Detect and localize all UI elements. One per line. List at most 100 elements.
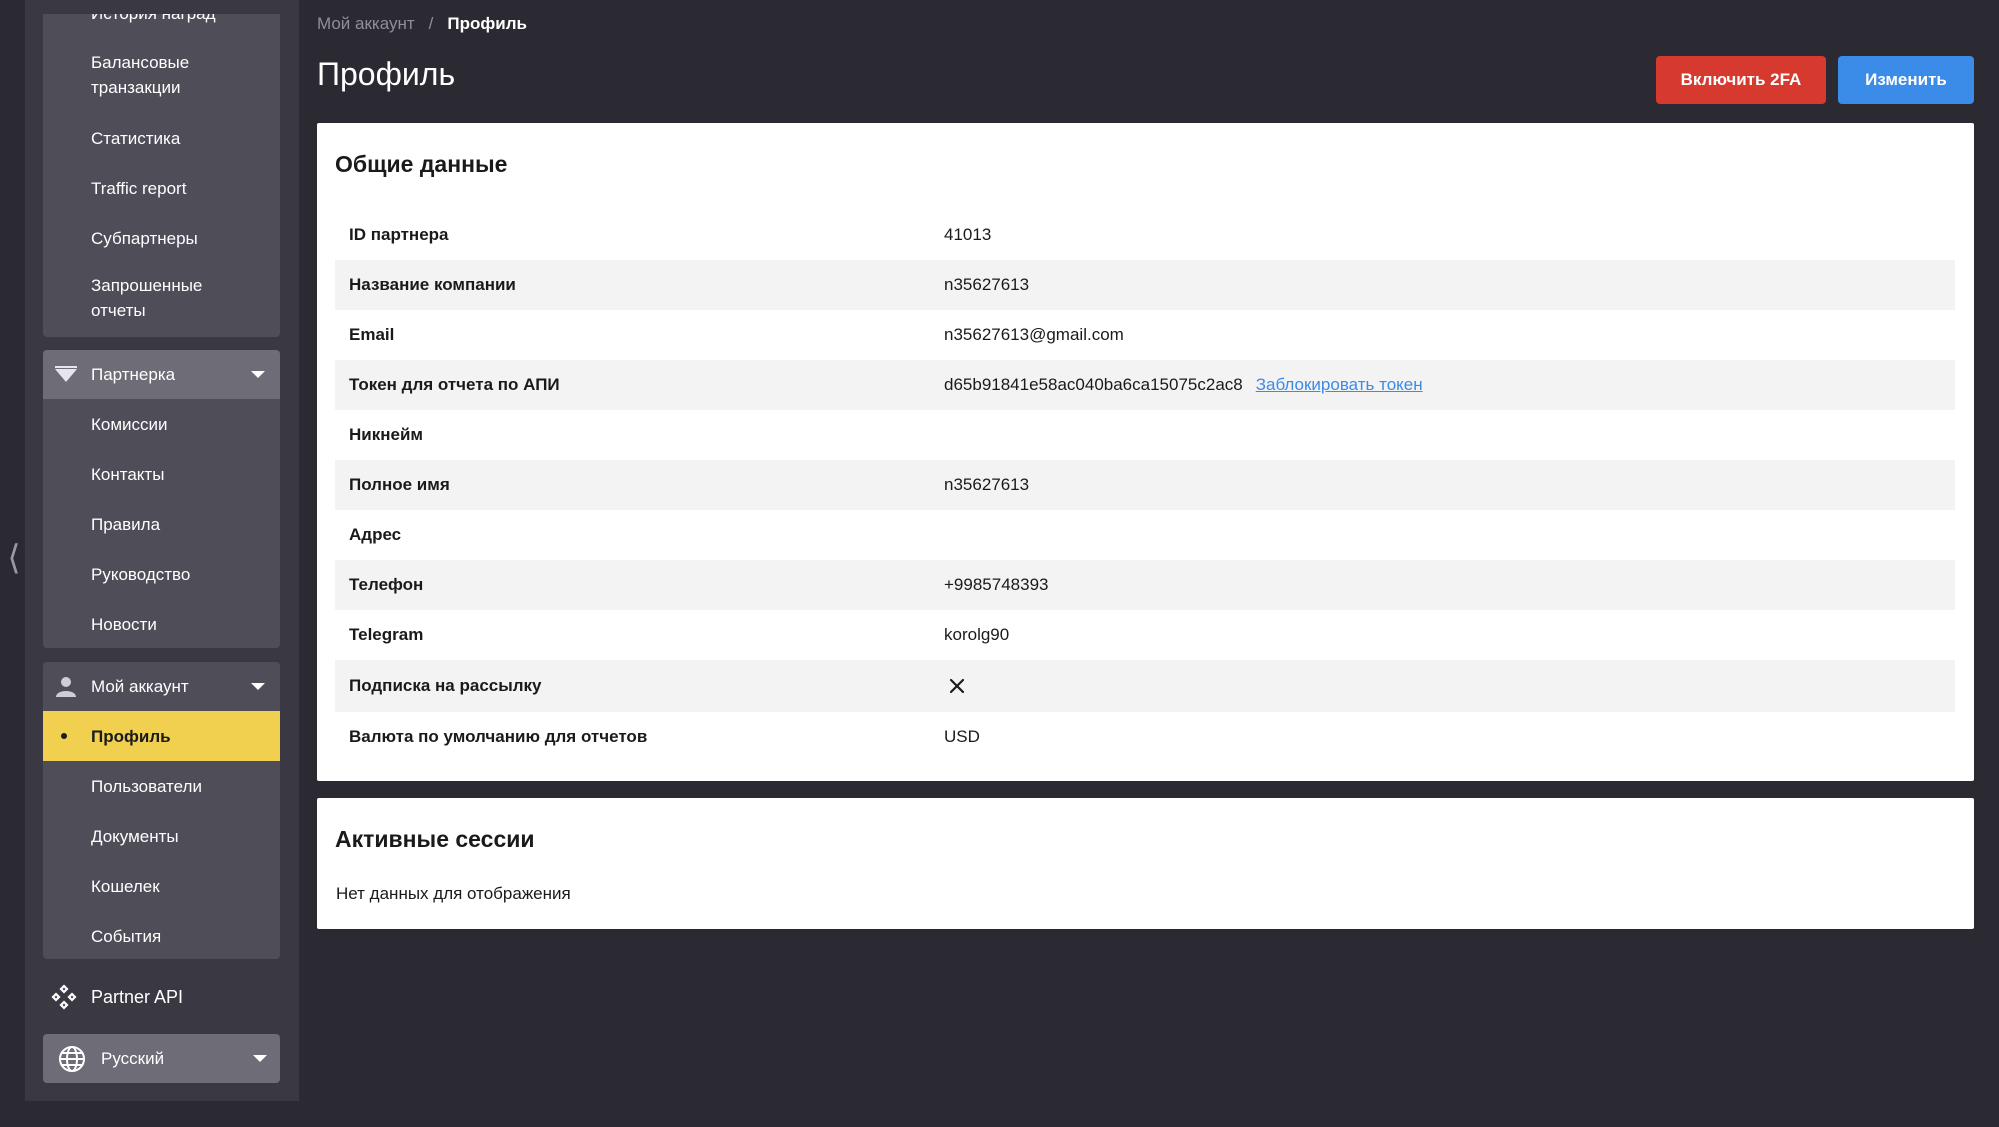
sidebar-item-news[interactable]: Новости (43, 599, 280, 648)
user-icon (53, 674, 79, 700)
currency-value: USD (944, 727, 980, 746)
sidebar-item-documents[interactable]: Документы (43, 811, 280, 861)
sidebar-item-statistics[interactable]: Статистика (43, 113, 280, 163)
sidebar-item-requested-reports[interactable]: Запрошенные отчеты (43, 263, 280, 337)
row-value: n35627613 (944, 475, 1029, 495)
active-sessions-title: Активные сессии (335, 826, 535, 852)
breadcrumb-current: Профиль (447, 14, 527, 33)
sidebar-item-label: Профиль (91, 726, 171, 746)
row-value: korolg90 (944, 625, 1009, 645)
sidebar-item-contacts[interactable]: Контакты (43, 449, 280, 499)
row-label: Токен для отчета по АПИ (349, 375, 560, 394)
sidebar-item-balance-transactions[interactable]: Балансовые транзакции (43, 40, 280, 113)
row-label: Никнейм (349, 425, 423, 444)
table-row: ID партнера 41013 (335, 210, 1955, 260)
sidebar-item-label: Субпартнеры (91, 228, 198, 248)
table-row: Название компании n35627613 (335, 260, 1955, 310)
sidebar-group-reports: История наград Балансовые транзакции Ста… (43, 14, 280, 337)
sidebar-item-partner-api[interactable]: Partner API (43, 970, 280, 1024)
active-dot (61, 733, 67, 739)
partnership-icon (53, 362, 79, 388)
table-row: Полное имя n35627613 (335, 460, 1955, 510)
globe-icon (57, 1044, 87, 1074)
row-label: Валюта по умолчанию для отчетов (349, 727, 648, 746)
sidebar-item-guide[interactable]: Руководство (43, 549, 280, 599)
row-label: Название компании (349, 275, 516, 294)
table-row: Никнейм (335, 410, 1955, 460)
email-value: n35627613@gmail.com (944, 325, 1124, 344)
row-value: 41013 (944, 225, 991, 245)
empty-state-text: Нет данных для отображения (336, 884, 571, 903)
sidebar-group-title: Мой аккаунт (91, 676, 189, 696)
enable-2fa-button[interactable]: Включить 2FA (1656, 56, 1826, 104)
language-selector[interactable]: Русский (43, 1034, 280, 1083)
sidebar-item-label: Балансовые транзакции (91, 53, 190, 97)
table-row: Телефон +9985748393 (335, 560, 1955, 610)
sidebar-item-rules[interactable]: Правила (43, 499, 280, 549)
sidebar-item-traffic-report[interactable]: Traffic report (43, 163, 280, 213)
language-label: Русский (101, 1048, 165, 1068)
sidebar-item-label: Запрошенные отчеты (91, 276, 203, 320)
general-data-card: Общие данные ID партнера 41013 Название … (317, 123, 1974, 781)
sidebar-item-subpartners[interactable]: Субпартнеры (43, 213, 280, 263)
table-row: Подписка на рассылку (335, 660, 1955, 712)
sidebar-item-profile[interactable]: Профиль (43, 711, 280, 761)
table-row: Токен для отчета по АПИ d65b91841e58ac04… (335, 360, 1955, 410)
collapse-sidebar-icon[interactable]: ⟨ (4, 538, 24, 578)
sidebar-item-rewards-history[interactable]: История наград (43, 14, 280, 40)
chevron-down-icon (253, 1055, 267, 1062)
sidebar-item-label: Partner API (91, 986, 184, 1007)
sidebar-group-header-account[interactable]: Мой аккаунт (43, 662, 280, 711)
row-label: Подписка на рассылку (349, 676, 542, 695)
sidebar-item-label: Traffic report (91, 178, 187, 198)
edit-button[interactable]: Изменить (1838, 56, 1974, 104)
sidebar-item-label: События (91, 926, 162, 946)
sidebar-item-label: Документы (91, 826, 179, 846)
breadcrumb: Мой аккаунт / Профиль (317, 14, 527, 34)
sidebar: История наград Балансовые транзакции Ста… (25, 0, 299, 1101)
telegram-value: korolg90 (944, 625, 1010, 644)
sidebar-item-wallet[interactable]: Кошелек (43, 861, 280, 911)
phone-value: +9985748393 (944, 575, 1049, 594)
row-value: d65b91841e58ac040ba6ca15075c2ac8 Заблоки… (944, 375, 1423, 395)
sidebar-item-commissions[interactable]: Комиссии (43, 399, 280, 449)
general-data-title: Общие данные (335, 151, 508, 177)
row-label: Адрес (349, 525, 402, 544)
row-value: n35627613@gmail.com (944, 325, 1124, 345)
row-label: Телефон (349, 575, 424, 594)
row-label: Telegram (349, 625, 424, 644)
sidebar-item-label: История наград (91, 14, 216, 23)
app-frame: ⟨ История наград Балансовые транзакции С… (0, 0, 1999, 1127)
block-token-link[interactable]: Заблокировать токен (1256, 375, 1423, 395)
sidebar-item-events[interactable]: События (43, 911, 280, 959)
row-value: n35627613 (944, 275, 1029, 295)
sidebar-item-label: Кошелек (91, 876, 160, 896)
table-row: Валюта по умолчанию для отчетов USD (335, 712, 1955, 762)
api-icon (51, 984, 77, 1010)
sidebar-item-label: Контакты (91, 464, 165, 484)
active-sessions-card: Активные сессии Нет данных для отображен… (317, 798, 1974, 929)
api-token-value: d65b91841e58ac040ba6ca15075c2ac8 (944, 375, 1243, 394)
table-row: Email n35627613@gmail.com (335, 310, 1955, 360)
row-label: Полное имя (349, 475, 450, 494)
sidebar-item-label: Пользователи (91, 776, 202, 796)
sidebar-group-title: Партнерка (91, 364, 176, 384)
sidebar-item-label: Руководство (91, 564, 191, 584)
row-value (944, 675, 968, 697)
page-title: Профиль (317, 56, 456, 92)
sidebar-item-users[interactable]: Пользователи (43, 761, 280, 811)
x-icon (946, 675, 968, 697)
sidebar-group-header-partnership[interactable]: Партнерка (43, 350, 280, 399)
sidebar-item-label: Новости (91, 614, 157, 634)
full-name-value: n35627613 (944, 475, 1030, 494)
sidebar-group-account: Мой аккаунт Профиль Пользователи Докумен… (43, 662, 280, 959)
breadcrumb-my-account[interactable]: Мой аккаунт (317, 14, 415, 34)
sidebar-item-label: Правила (91, 514, 161, 534)
row-value: +9985748393 (944, 575, 1048, 595)
breadcrumb-separator: / (428, 14, 434, 33)
row-label: Email (349, 325, 395, 344)
sidebar-group-partnership: Партнерка Комиссии Контакты Правила Руко… (43, 350, 280, 648)
table-row: Адрес (335, 510, 1955, 560)
chevron-down-icon (251, 683, 265, 690)
row-label: ID партнера (349, 225, 449, 244)
